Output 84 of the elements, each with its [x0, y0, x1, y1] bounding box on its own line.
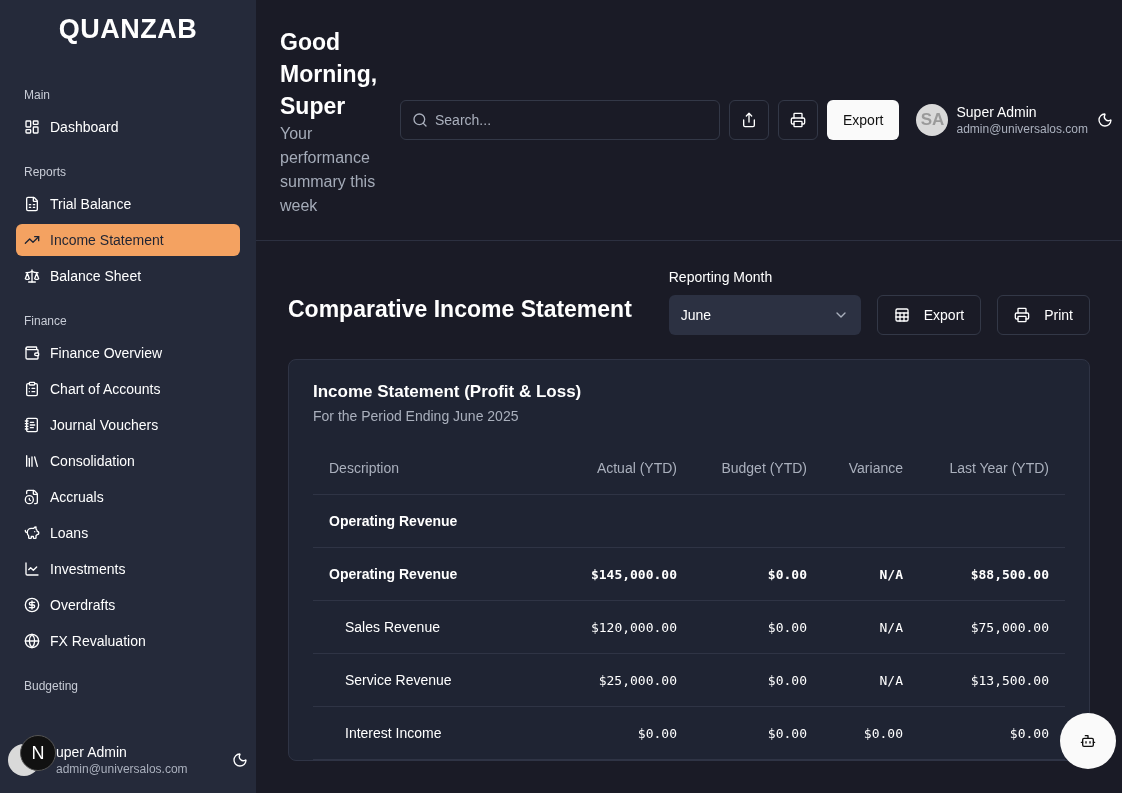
greeting-title: Good Morning, Super [280, 28, 379, 121]
section-title: Finance [23, 313, 68, 330]
printer-icon [1014, 307, 1031, 323]
chart-icon [24, 561, 40, 577]
robot-icon [1080, 733, 1096, 749]
sidebar-item[interactable]: Trial Balance [16, 188, 240, 220]
dollar-icon [24, 597, 40, 613]
table-cell-text: $0.00 [862, 725, 904, 741]
table-cell-text: $0.00 [766, 619, 808, 635]
moon-icon[interactable] [1097, 112, 1114, 128]
moon-icon[interactable] [232, 752, 248, 768]
table-cell-text: $13,500.00 [969, 672, 1050, 688]
table-cell-text: N/A [878, 566, 904, 582]
dashboard-icon [24, 119, 40, 135]
sidebar-item[interactable]: Dashboard [16, 111, 240, 143]
month-select[interactable]: June [668, 295, 861, 335]
column-header: Actual (YTD) [595, 460, 678, 476]
grid-icon [893, 307, 910, 323]
user-name: Super Admin [956, 104, 1038, 120]
card-subtitle: For the Period Ending June 2025 [313, 408, 520, 424]
wallet-icon [24, 345, 40, 361]
sidebar-item[interactable]: Chart of Accounts [16, 373, 240, 405]
sidebar-item[interactable]: Finance Overview [16, 337, 240, 369]
table-cell-text: Sales Revenue [344, 619, 441, 635]
sidebar-item[interactable]: Balance Sheet [16, 260, 240, 292]
search-icon [412, 112, 428, 128]
user-email: admin@universalos.com [956, 122, 1089, 136]
column-header: Budget (YTD) [720, 460, 808, 476]
sidebar-item[interactable]: Loans [16, 517, 240, 549]
greeting-subtitle: Your performance summary this week [280, 124, 377, 216]
export-button[interactable]: Export [827, 100, 900, 140]
section-title: Main [23, 87, 51, 104]
user-name: uper Admin [56, 744, 128, 760]
sidebar-item[interactable]: Investments [16, 553, 240, 585]
share-icon [741, 112, 757, 128]
table-cell-text: Operating Revenue [328, 566, 459, 582]
sidebar-item[interactable]: Income Statement [16, 224, 240, 256]
section-title: Budgeting [23, 678, 80, 695]
table-cell-text: Service Revenue [344, 672, 453, 688]
piggy-bank-icon [24, 525, 40, 541]
print-button[interactable]: Print [997, 295, 1090, 335]
page-title: Comparative Income Statement [288, 296, 633, 324]
globe-icon [24, 633, 40, 649]
clipboard-icon [24, 381, 40, 397]
table-cell-text: $120,000.00 [589, 619, 678, 635]
library-icon [24, 453, 40, 469]
column-header: Last Year (YTD) [948, 460, 1050, 476]
user-email: admin@universalos.com [56, 762, 189, 776]
card-title: Income Statement (Profit & Loss) [313, 382, 583, 402]
sidebar-item[interactable]: Journal Vouchers [16, 409, 240, 441]
table-cell-text: Operating Revenue [328, 513, 459, 529]
file-clock-icon [24, 489, 40, 505]
table-cell-text: $145,000.00 [589, 566, 678, 582]
table-cell-text: N/A [878, 619, 904, 635]
table-cell-text: $0.00 [766, 672, 808, 688]
table-cell-text: $75,000.00 [969, 619, 1050, 635]
section-title: Reports [23, 164, 68, 181]
assistant-button[interactable] [1060, 713, 1116, 769]
search-field[interactable]: Search... [400, 100, 720, 140]
sidebar-item[interactable]: Consolidation [16, 445, 240, 477]
table-cell-text: $88,500.00 [969, 566, 1050, 582]
share-button[interactable] [729, 100, 769, 140]
sidebar-item[interactable]: Overdrafts [16, 589, 240, 621]
table-cell-text: $0.00 [766, 566, 808, 582]
export-button[interactable]: Export [876, 295, 982, 335]
table-cell-text: $0.00 [766, 725, 808, 741]
user-avatar: SA [916, 104, 949, 136]
column-header: Variance [847, 460, 904, 476]
sidebar-item[interactable]: Accruals [16, 481, 240, 513]
table-cell-text: $0.00 [1008, 725, 1050, 741]
notebook-icon [24, 417, 40, 433]
spreadsheet-icon [24, 196, 40, 212]
column-header: Description [328, 460, 401, 476]
print-button[interactable] [778, 100, 818, 140]
sidebar-item[interactable]: FX Revaluation [16, 625, 240, 657]
table-cell-text: N/A [878, 672, 904, 688]
table-cell-text: Interest Income [344, 725, 443, 741]
scale-icon [24, 268, 40, 284]
table-cell-text: $25,000.00 [597, 672, 678, 688]
table-cell-text: $0.00 [636, 725, 678, 741]
app-logo: QUANZAB [57, 13, 199, 46]
floating-badge[interactable]: N [20, 735, 56, 771]
printer-icon [790, 112, 806, 128]
field-label: Reporting Month [668, 269, 774, 285]
